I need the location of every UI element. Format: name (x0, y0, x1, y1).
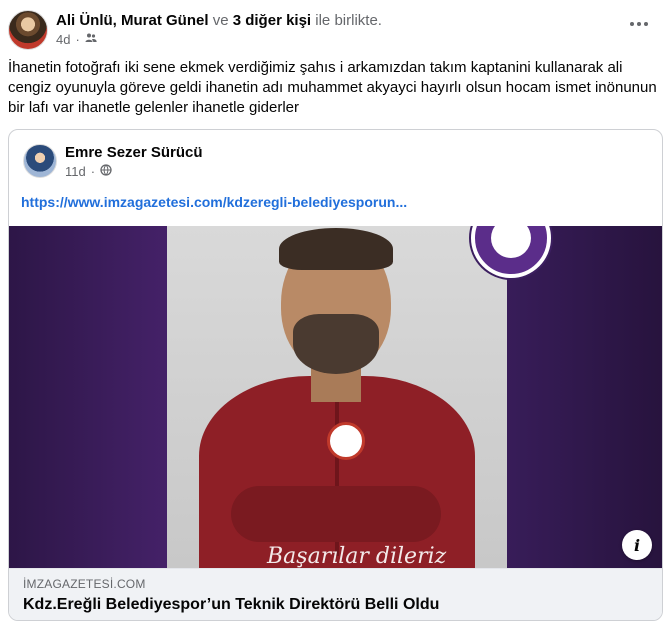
link-headline[interactable]: Kdz.Ereğli Belediyespor’un Teknik Direkt… (23, 596, 439, 614)
photo-caption: Başarılar dileriz (267, 544, 447, 568)
post-authors-line: Ali Ünlü, Murat Günel ve 3 diğer kişi il… (56, 12, 382, 29)
post-header: Ali Ünlü, Murat Günel ve 3 diğer kişi il… (8, 8, 662, 52)
club-badge (327, 422, 365, 460)
globe-icon (100, 164, 112, 179)
author-name-1[interactable]: Ali Ünlü (56, 12, 113, 29)
more-dot-icon (644, 22, 648, 26)
more-options-button[interactable] (624, 12, 654, 36)
author-separator: , (112, 12, 117, 29)
link-domain: İMZAGAZETESİ.COM (23, 577, 146, 591)
article-photo[interactable]: Başarılar dileriz i (9, 226, 662, 568)
friends-icon (85, 32, 97, 47)
author-avatar[interactable] (8, 10, 48, 50)
shared-article-link[interactable]: https://www.imzagazetesi.com/kdzeregli-b… (21, 194, 407, 210)
info-icon[interactable]: i (622, 530, 652, 560)
meta-dot: · (75, 32, 80, 47)
with-text: ile birlikte. (315, 12, 382, 29)
crossed-arms (231, 486, 441, 542)
shared-post-card[interactable]: Emre Sezer Sürücü 11d · https://www.imza… (8, 129, 663, 621)
post-meta: 4d · (56, 32, 97, 47)
author-name-2[interactable]: Murat Günel (121, 12, 209, 29)
post-body-text: İhanetin fotoğrafı iki sene ekmek verdiğ… (8, 59, 657, 116)
shared-author-avatar[interactable] (23, 144, 57, 178)
coach-beard (293, 314, 379, 374)
others-link[interactable]: 3 diğer kişi (233, 12, 311, 29)
more-dot-icon (630, 22, 634, 26)
shared-post-header: Emre Sezer Sürücü 11d · (23, 142, 643, 182)
coach-hair (279, 228, 393, 270)
shared-author-name[interactable]: Emre Sezer Sürücü (65, 144, 203, 161)
more-dot-icon (637, 22, 641, 26)
club-logo-center (491, 226, 531, 258)
shared-meta-dot: · (90, 164, 96, 179)
post-time[interactable]: 4d (56, 32, 70, 47)
shared-post-time[interactable]: 11d (65, 164, 86, 179)
link-preview-footer[interactable]: İMZAGAZETESİ.COM Kdz.Ereğli Belediyespor… (9, 568, 662, 620)
and-word: ve (212, 12, 229, 29)
shared-post-meta: 11d · (65, 164, 112, 179)
